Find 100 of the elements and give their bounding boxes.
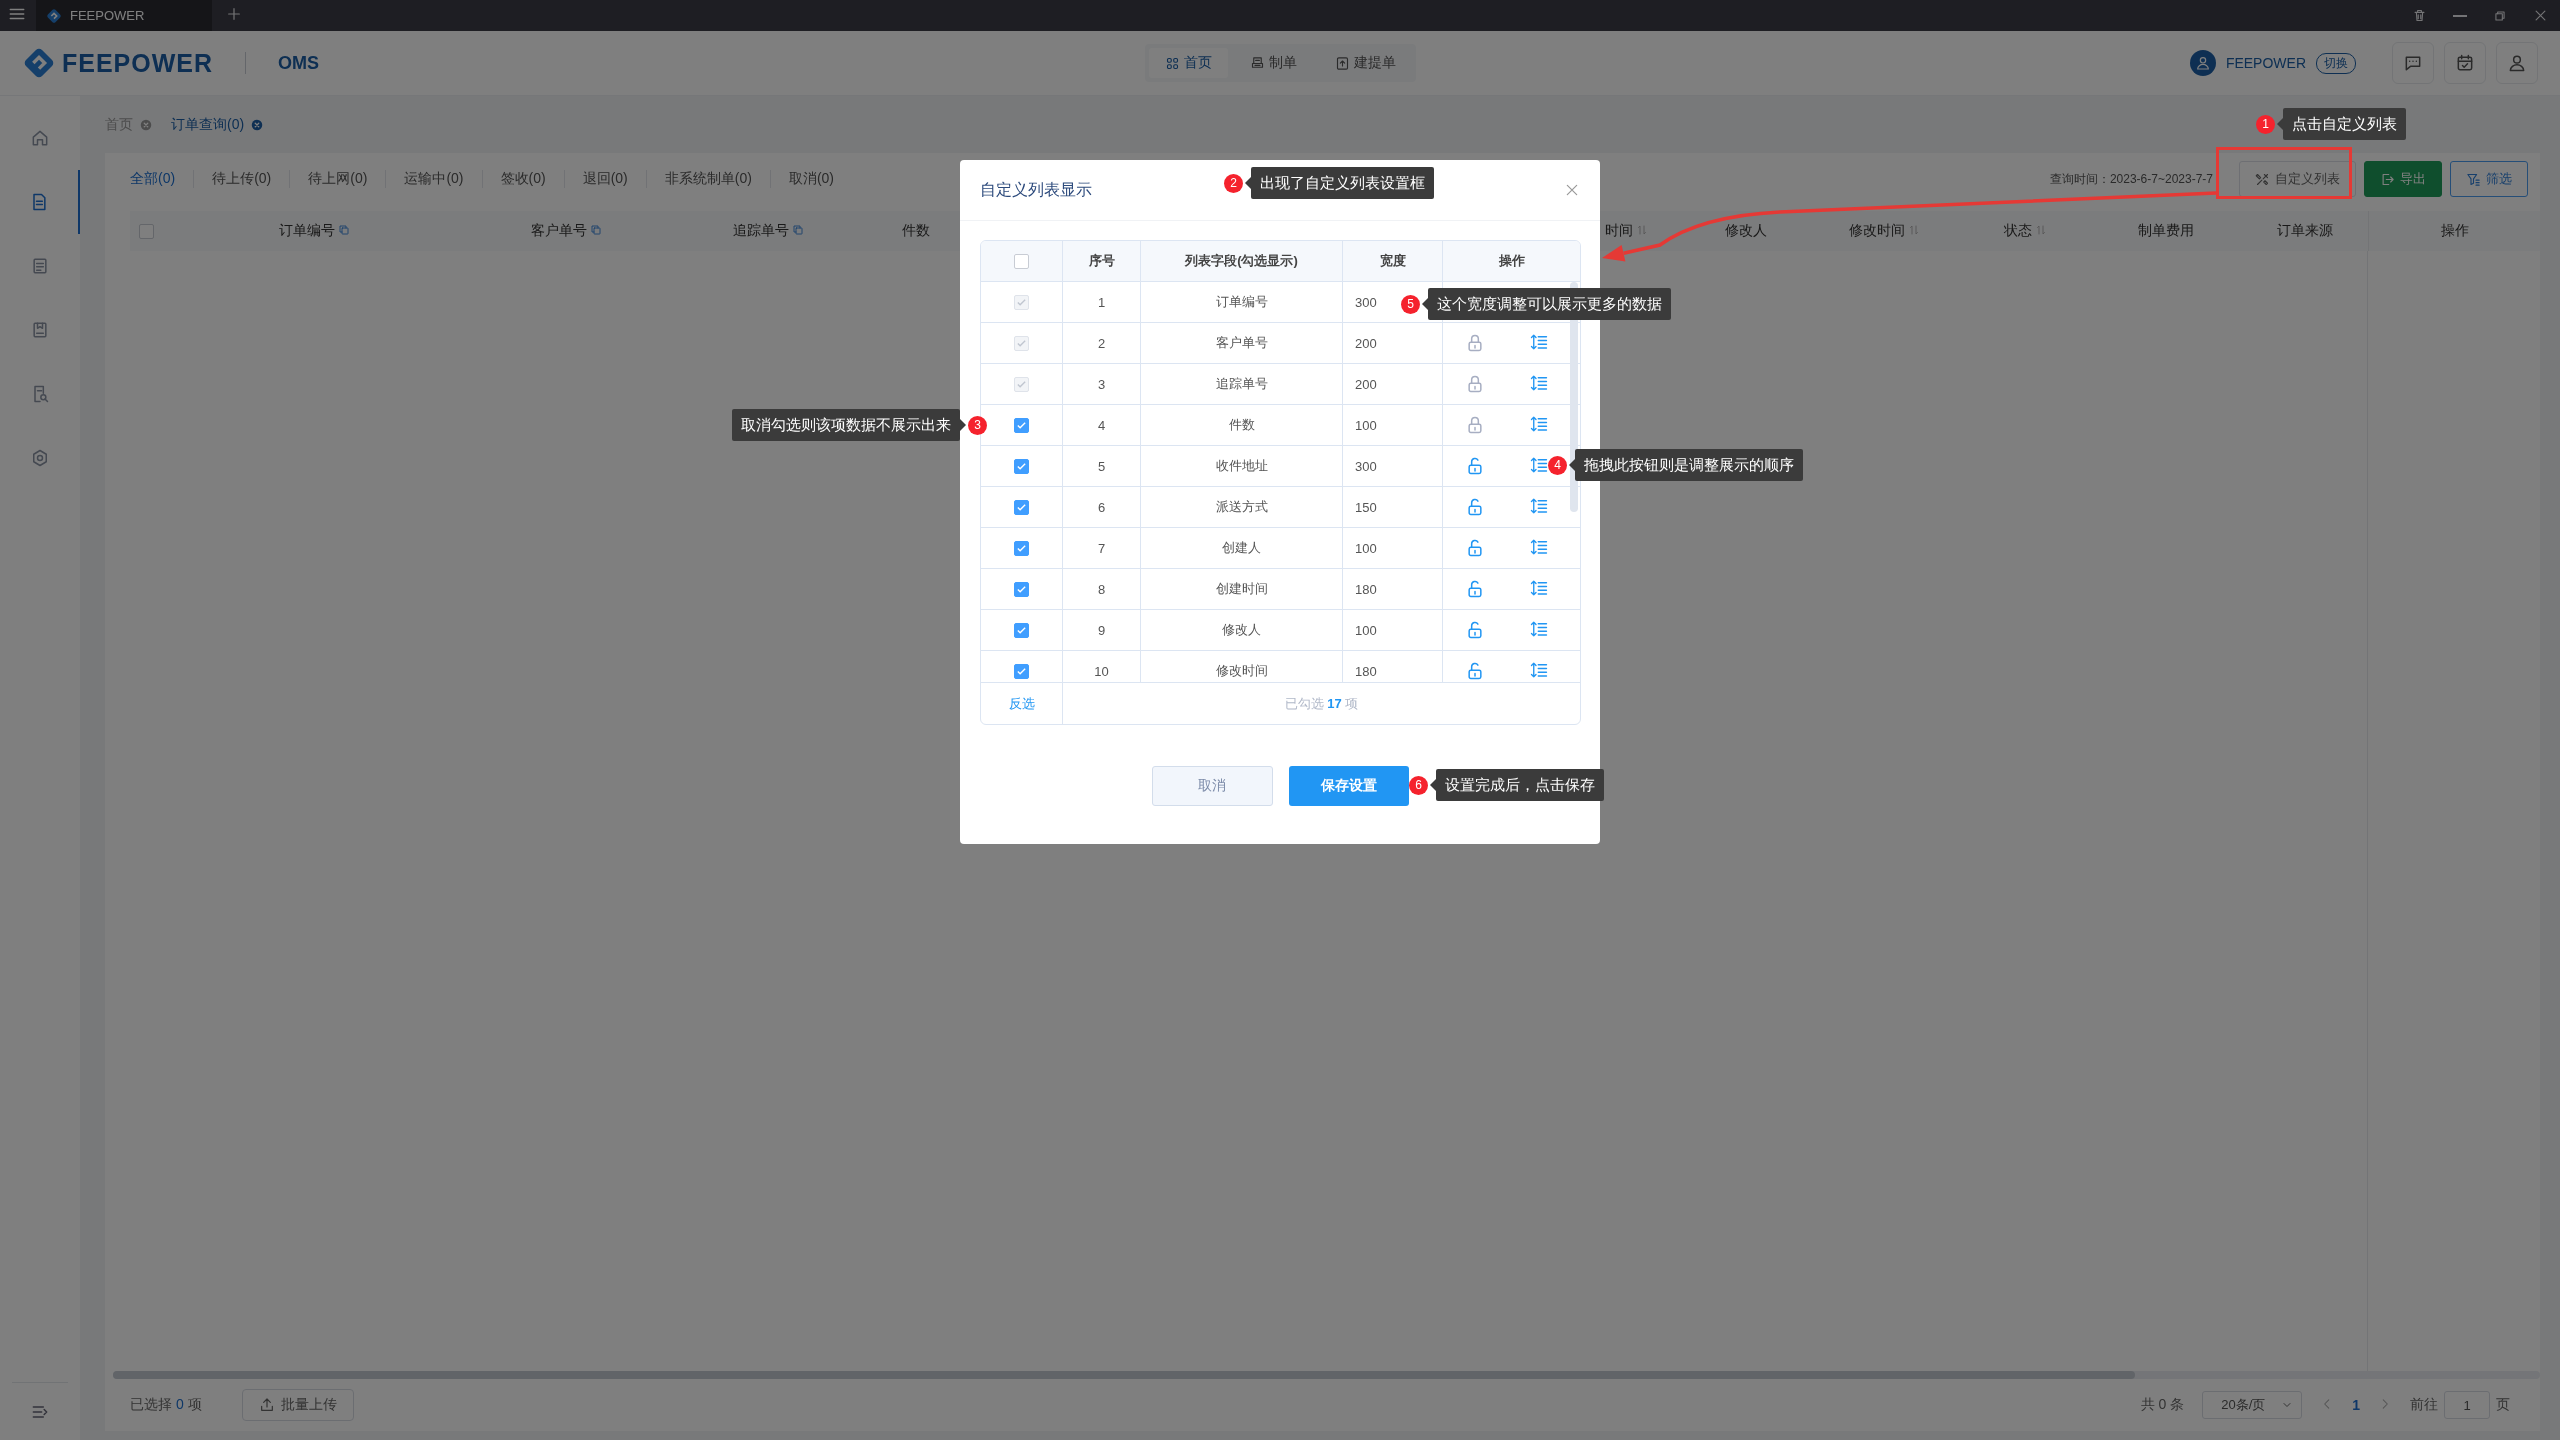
table-cell: 10 xyxy=(1094,663,1109,679)
filter-tab[interactable]: 签收(0) xyxy=(481,170,564,188)
table-cell: 订单编号 xyxy=(1215,293,1268,311)
filter-tab[interactable]: 运输中(0) xyxy=(385,170,482,188)
column-header: 操作 xyxy=(1498,252,1525,270)
table-cell: 3 xyxy=(1097,376,1106,392)
checkbox[interactable] xyxy=(1014,499,1029,515)
checkmark-icon xyxy=(1016,378,1027,390)
column-header: 列表字段(勾选显示) xyxy=(1185,252,1298,270)
callout: 取消勾选则该项数据不展示出来 xyxy=(732,409,966,441)
drag-sort-icon xyxy=(1529,414,1548,433)
profile-button[interactable] xyxy=(2496,42,2538,84)
browser-tab[interactable]: FEEPOWER xyxy=(36,0,212,31)
close-icon xyxy=(2533,8,2548,23)
column-header: 修改时间 xyxy=(1849,222,1905,240)
width-value: 100 xyxy=(1355,622,1377,638)
checkbox[interactable] xyxy=(1014,253,1029,269)
page-input[interactable]: 1 xyxy=(2444,1391,2490,1419)
filter-tab[interactable]: 待上传(0) xyxy=(193,170,290,188)
close-icon xyxy=(139,117,153,132)
column-header: 状态 xyxy=(2003,222,2032,240)
checkmark-icon xyxy=(1016,665,1027,677)
package-icon xyxy=(30,320,50,340)
width-value: 100 xyxy=(1355,540,1377,556)
checkbox[interactable] xyxy=(1014,622,1029,638)
grid-icon xyxy=(1164,55,1180,71)
filter-tab[interactable]: 退回(0) xyxy=(563,170,646,188)
table-cell: 修改人 xyxy=(1222,621,1261,639)
custom-list-button[interactable]: 自定义列表 xyxy=(2239,161,2356,197)
calendar-button[interactable] xyxy=(2444,42,2486,84)
table-cell: 1 xyxy=(1097,294,1106,310)
table-cell: 9 xyxy=(1097,622,1106,638)
column-header: 订单来源 xyxy=(2277,222,2333,240)
filter-tab[interactable]: 全部(0) xyxy=(130,170,194,188)
table-cell: 4 xyxy=(1097,417,1106,433)
invert-selection-link[interactable]: 反选 xyxy=(981,683,1063,724)
column-header: 制单费用 xyxy=(2138,222,2194,240)
table-cell: 收件地址 xyxy=(1215,457,1268,475)
page-size-select[interactable]: 20条/页 xyxy=(2202,1391,2303,1419)
sort-icon xyxy=(2034,224,2047,236)
close-icon xyxy=(250,117,265,132)
checkbox[interactable] xyxy=(1014,458,1029,474)
column-header: 件数 xyxy=(902,222,930,240)
tools-icon xyxy=(2255,171,2270,187)
checkmark-icon xyxy=(1016,624,1027,636)
checkmark-icon xyxy=(1016,542,1027,554)
nav-tab[interactable]: 建提单 xyxy=(1318,48,1412,78)
filter-icon xyxy=(2466,171,2481,187)
cancel-button[interactable]: 取消 xyxy=(1151,766,1273,806)
close-button[interactable] xyxy=(1564,182,1580,198)
table-cell: 5 xyxy=(1097,458,1106,474)
page-tab[interactable]: 订单查询(0) xyxy=(171,115,265,134)
callout: 设置完成后，点击保存 xyxy=(1430,769,1604,801)
save-button[interactable]: 保存设置 xyxy=(1288,766,1409,806)
query-time: 查询时间：2023-6-7~2023-7-7 xyxy=(2049,170,2213,188)
callout: 出现了自定义列表设置框 xyxy=(1245,167,1434,199)
logo-text: FEEPOWER xyxy=(62,48,214,78)
scrollbar[interactable] xyxy=(113,1371,2540,1379)
table-cell: 追踪单号 xyxy=(1215,375,1268,393)
callout: 这个宽度调整可以展示更多的数据 xyxy=(1422,288,1671,320)
drag-sort-icon xyxy=(1529,537,1548,556)
sort-icon xyxy=(1908,224,1920,236)
table-cell: 修改时间 xyxy=(1215,662,1268,680)
checkbox[interactable] xyxy=(1014,663,1029,679)
filter-button[interactable]: 筛选 xyxy=(2450,161,2528,197)
total-count: 共 0 条 xyxy=(2140,1396,2185,1414)
upload-icon xyxy=(258,1397,275,1413)
copy-icon xyxy=(337,224,350,236)
gear-icon xyxy=(30,448,50,468)
step-number: 1 xyxy=(2256,114,2275,134)
nav-tab[interactable]: 首页 xyxy=(1148,48,1228,78)
checkmark-icon xyxy=(1016,419,1027,431)
nav-tab[interactable]: 制单 xyxy=(1233,48,1313,78)
sort-icon xyxy=(1636,224,1648,236)
width-value: 180 xyxy=(1355,663,1377,679)
width-value: 180 xyxy=(1355,581,1377,597)
table-cell: 创建时间 xyxy=(1215,580,1268,598)
filter-tab[interactable]: 取消(0) xyxy=(769,170,852,188)
checkbox[interactable] xyxy=(1014,581,1029,597)
table-cell: 2 xyxy=(1097,335,1106,351)
export-button[interactable]: 导出 xyxy=(2364,161,2442,197)
batch-upload-button[interactable]: 批量上传 xyxy=(241,1389,354,1421)
column-header: 修改人 xyxy=(1724,222,1767,240)
checkbox[interactable] xyxy=(1014,417,1029,433)
checkmark-icon xyxy=(1016,583,1027,595)
page-number[interactable]: 1 xyxy=(2352,1397,2360,1413)
filter-tab[interactable]: 非系统制单(0) xyxy=(645,170,770,188)
table-cell: 6 xyxy=(1097,499,1106,515)
message-button[interactable] xyxy=(2392,42,2434,84)
checkbox[interactable] xyxy=(1014,540,1029,556)
page-label: 页 xyxy=(2496,1396,2510,1414)
width-value: 100 xyxy=(1355,417,1377,433)
checkbox[interactable] xyxy=(139,223,154,239)
width-value: 200 xyxy=(1355,335,1377,351)
checkmark-icon xyxy=(1016,296,1027,308)
list-icon xyxy=(30,256,50,276)
filter-tab[interactable]: 待上网(0) xyxy=(289,170,386,188)
switch-link[interactable]: 切换 xyxy=(2316,52,2356,74)
plus-icon xyxy=(226,5,242,22)
column-header: 订单编号 xyxy=(278,222,335,240)
